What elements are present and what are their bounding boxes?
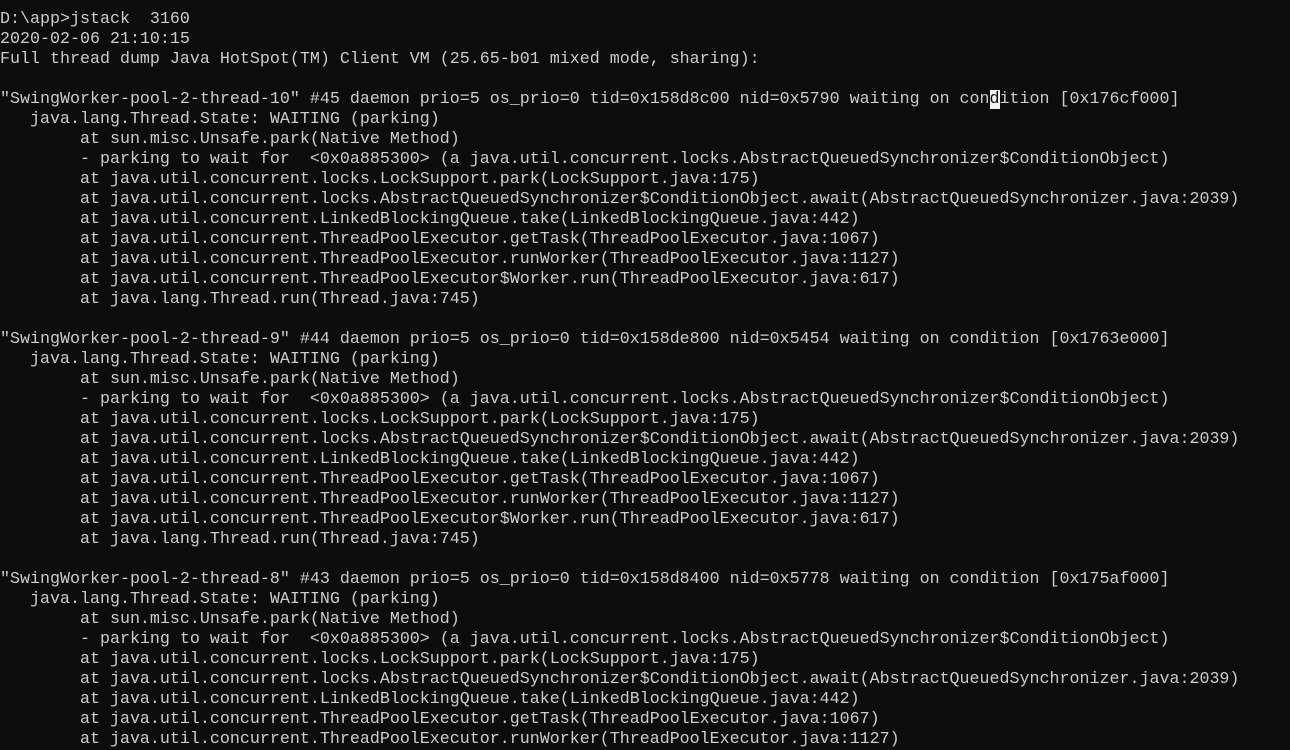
console-line: at java.util.concurrent.locks.LockSuppor… [0, 170, 760, 189]
text-cursor: d [989, 90, 1000, 109]
console-line: Full thread dump Java HotSpot(TM) Client… [0, 50, 760, 69]
console-line: 2020-02-06 21:10:15 [0, 30, 190, 49]
console-line: D:\app>jstack 3160 [0, 10, 190, 29]
console-line: at java.util.concurrent.ThreadPoolExecut… [0, 710, 880, 729]
console-line: "SwingWorker-pool-2-thread-8" #43 daemon… [0, 570, 1170, 589]
console-line: at java.util.concurrent.LinkedBlockingQu… [0, 690, 860, 709]
console-line: at java.util.concurrent.ThreadPoolExecut… [0, 270, 900, 289]
console-line: at java.util.concurrent.LinkedBlockingQu… [0, 450, 860, 469]
console-line: - parking to wait for <0x0a885300> (a ja… [0, 630, 1170, 649]
console-line: at sun.misc.Unsafe.park(Native Method) [0, 370, 460, 389]
console-line: java.lang.Thread.State: WAITING (parking… [0, 590, 440, 609]
console-line: at sun.misc.Unsafe.park(Native Method) [0, 130, 460, 149]
console-line: at java.util.concurrent.ThreadPoolExecut… [0, 230, 880, 249]
console-line: "SwingWorker-pool-2-thread-10" #45 daemo… [0, 90, 1180, 109]
console-line: at java.util.concurrent.locks.LockSuppor… [0, 650, 760, 669]
console-line: at java.util.concurrent.ThreadPoolExecut… [0, 730, 900, 749]
console-line: at java.util.concurrent.locks.AbstractQu… [0, 190, 1240, 209]
console-output[interactable]: D:\app>jstack 3160 2020-02-06 21:10:15 Ful… [0, 10, 1290, 750]
console-line: at java.util.concurrent.ThreadPoolExecut… [0, 470, 880, 489]
console-line: at java.util.concurrent.ThreadPoolExecut… [0, 510, 900, 529]
console-line: at java.util.concurrent.ThreadPoolExecut… [0, 490, 900, 509]
console-line: at sun.misc.Unsafe.park(Native Method) [0, 610, 460, 629]
console-line: "SwingWorker-pool-2-thread-9" #44 daemon… [0, 330, 1170, 349]
console-line: at java.util.concurrent.locks.LockSuppor… [0, 410, 760, 429]
console-line: java.lang.Thread.State: WAITING (parking… [0, 350, 440, 369]
console-line: at java.util.concurrent.ThreadPoolExecut… [0, 250, 900, 269]
console-line: at java.util.concurrent.LinkedBlockingQu… [0, 210, 860, 229]
console-line: java.lang.Thread.State: WAITING (parking… [0, 110, 440, 129]
console-line: at java.lang.Thread.run(Thread.java:745) [0, 290, 480, 309]
console-line: at java.lang.Thread.run(Thread.java:745) [0, 530, 480, 549]
console-line: at java.util.concurrent.locks.AbstractQu… [0, 430, 1240, 449]
console-line: at java.util.concurrent.locks.AbstractQu… [0, 670, 1240, 689]
console-line: - parking to wait for <0x0a885300> (a ja… [0, 150, 1170, 169]
console-line: - parking to wait for <0x0a885300> (a ja… [0, 390, 1170, 409]
